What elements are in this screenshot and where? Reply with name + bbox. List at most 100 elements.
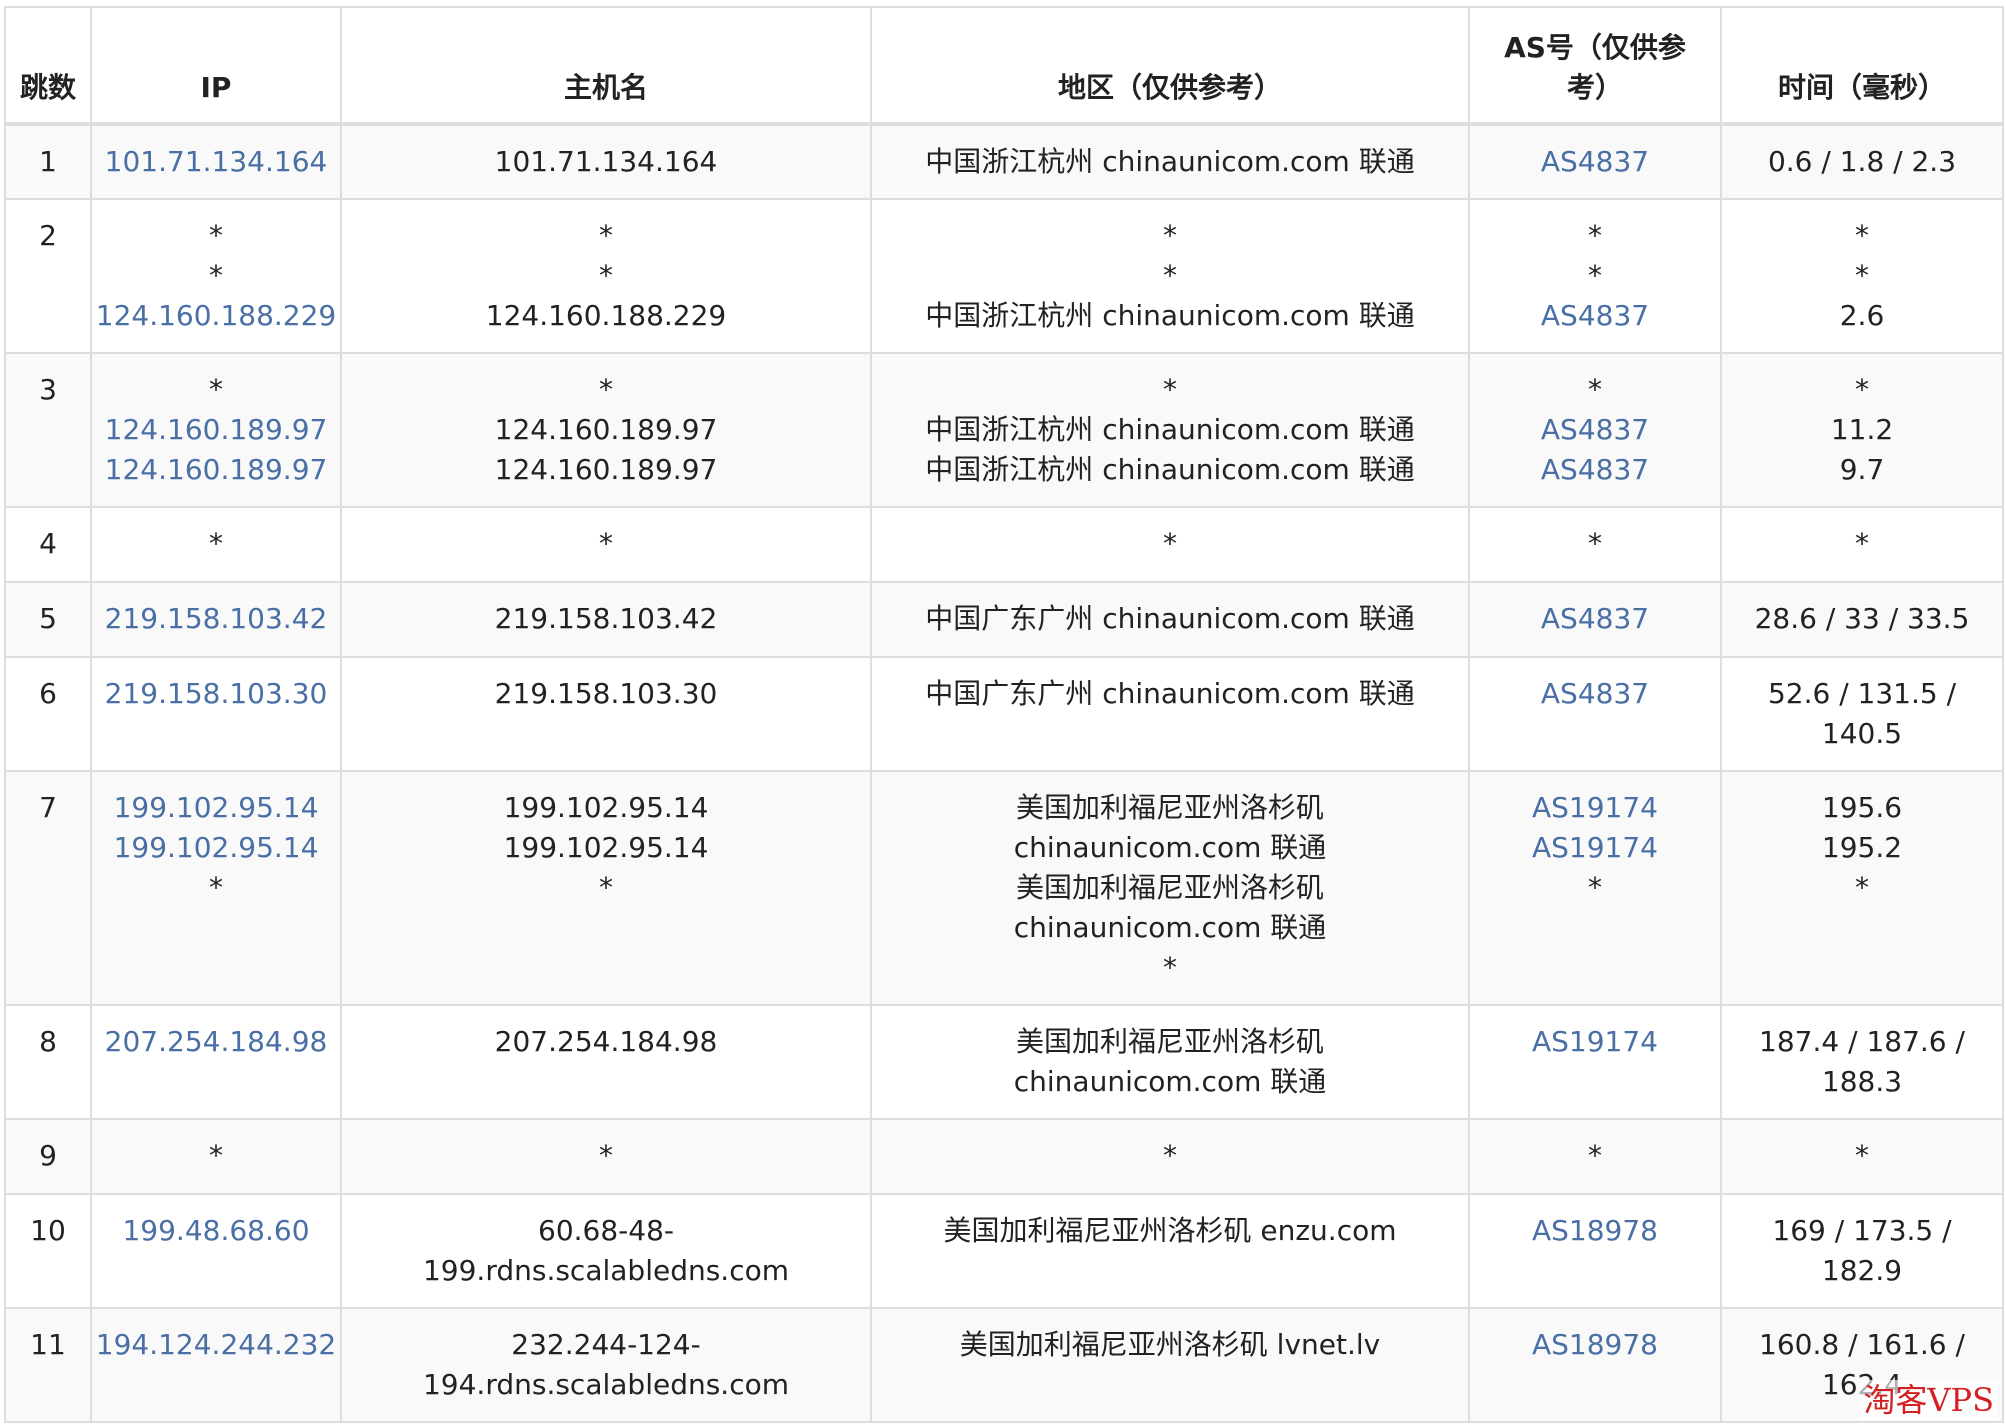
as-link[interactable]: AS19174 bbox=[1471, 828, 1719, 868]
hop-cell: 6 bbox=[4, 656, 92, 772]
hop-number: 6 bbox=[39, 677, 57, 710]
as-link[interactable]: AS18978 bbox=[1471, 1211, 1719, 1251]
table-row: 10 199.48.68.60 60.68-48-199.rdns.scalable… bbox=[4, 1193, 2004, 1309]
hostname-value: * bbox=[599, 219, 613, 252]
region-value: * bbox=[1163, 219, 1177, 252]
time-cell: * bbox=[1720, 506, 2004, 583]
time-cell: 52.6 / 131.5 / 140.5 bbox=[1720, 656, 2004, 772]
as-link[interactable]: AS19174 bbox=[1471, 788, 1719, 828]
hostname-cell: 207.254.184.98 bbox=[340, 1004, 872, 1120]
hop-number: 7 bbox=[39, 791, 57, 824]
ip-value: * bbox=[209, 871, 223, 904]
table-row: 9 * * * * * bbox=[4, 1118, 2004, 1195]
time-value: * bbox=[1855, 871, 1869, 904]
ip-value: * bbox=[209, 1139, 223, 1172]
time-cell: * 11.2 9.7 bbox=[1720, 352, 2004, 508]
as-link[interactable]: AS4837 bbox=[1471, 142, 1719, 182]
as-link[interactable]: AS4837 bbox=[1471, 296, 1719, 336]
as-link[interactable]: AS19174 bbox=[1471, 1022, 1719, 1062]
ip-link[interactable]: 207.254.184.98 bbox=[93, 1022, 339, 1062]
as-link[interactable]: AS4837 bbox=[1471, 410, 1719, 450]
ip-value: * bbox=[209, 527, 223, 560]
ip-link[interactable]: 124.160.189.97 bbox=[93, 450, 339, 490]
hostname-cell: 101.71.134.164 bbox=[340, 123, 872, 200]
region-value: * bbox=[1163, 951, 1177, 984]
time-value: * bbox=[1855, 259, 1869, 292]
hostname-value: 232.244-124-194.rdns.scalabledns.com bbox=[422, 1328, 790, 1401]
region-cell: 美国加利福尼亚州洛杉矶 chinaunicom.com 联通 美国加利福尼亚州洛杉… bbox=[870, 770, 1470, 1006]
as-cell: AS4837 bbox=[1468, 581, 1722, 658]
as-cell: AS18978 bbox=[1468, 1307, 1722, 1423]
ip-cell: 219.158.103.30 bbox=[90, 656, 342, 772]
as-cell: AS18978 bbox=[1468, 1193, 1722, 1309]
hostname-value: 60.68-48-199.rdns.scalabledns.com bbox=[422, 1214, 790, 1287]
time-value: * bbox=[1855, 219, 1869, 252]
hostname-cell: 60.68-48-199.rdns.scalabledns.com bbox=[340, 1193, 872, 1309]
hop-number: 9 bbox=[39, 1139, 57, 1172]
hostname-cell: 232.244-124-194.rdns.scalabledns.com bbox=[340, 1307, 872, 1423]
ip-link[interactable]: 194.124.244.232 bbox=[93, 1325, 339, 1365]
hostname-cell: * * 124.160.188.229 bbox=[340, 198, 872, 354]
region-cell: 美国加利福尼亚州洛杉矶 chinaunicom.com 联通 bbox=[870, 1004, 1470, 1120]
hostname-cell: 219.158.103.30 bbox=[340, 656, 872, 772]
ip-link[interactable]: 124.160.188.229 bbox=[93, 296, 339, 336]
region-value: * bbox=[1163, 527, 1177, 560]
as-cell: AS4837 bbox=[1468, 656, 1722, 772]
hostname-value: * bbox=[599, 259, 613, 292]
hop-number: 10 bbox=[30, 1214, 66, 1247]
hop-cell: 4 bbox=[4, 506, 92, 583]
hostname-cell: 219.158.103.42 bbox=[340, 581, 872, 658]
time-value: 0.6 / 1.8 / 2.3 bbox=[1767, 145, 1957, 178]
as-link[interactable]: AS4837 bbox=[1471, 599, 1719, 639]
time-value: 187.4 / 187.6 / 188.3 bbox=[1759, 1025, 1965, 1098]
hostname-value: 124.160.188.229 bbox=[485, 299, 727, 332]
ip-link[interactable]: 219.158.103.30 bbox=[93, 674, 339, 714]
hostname-value: 219.158.103.42 bbox=[494, 602, 718, 635]
hostname-cell: 199.102.95.14 199.102.95.14 * bbox=[340, 770, 872, 1006]
traceroute-table: 跳数 IP 主机名 地区（仅供参考） AS号（仅供参考） 时间（毫秒） 1 101… bbox=[4, 6, 2004, 1423]
as-link[interactable]: AS4837 bbox=[1471, 450, 1719, 490]
table-row: 2 * * 124.160.188.229 * * 124.160.188.229 * * 中国浙… bbox=[4, 198, 2004, 354]
hop-cell: 11 bbox=[4, 1307, 92, 1423]
as-value: * bbox=[1588, 373, 1602, 406]
as-value: * bbox=[1588, 259, 1602, 292]
as-cell: AS19174 bbox=[1468, 1004, 1722, 1120]
time-cell: 0.6 / 1.8 / 2.3 bbox=[1720, 123, 2004, 200]
time-cell: * bbox=[1720, 1118, 2004, 1195]
region-value: 中国广东广州 chinaunicom.com 联通 bbox=[925, 677, 1415, 710]
header-ip: IP bbox=[90, 6, 342, 126]
time-cell: 28.6 / 33 / 33.5 bbox=[1720, 581, 2004, 658]
ip-cell: 207.254.184.98 bbox=[90, 1004, 342, 1120]
hop-number: 2 bbox=[39, 219, 57, 252]
header-region: 地区（仅供参考） bbox=[870, 6, 1470, 126]
ip-link[interactable]: 199.102.95.14 bbox=[93, 788, 339, 828]
ip-cell: 199.48.68.60 bbox=[90, 1193, 342, 1309]
time-value: 195.2 bbox=[1821, 831, 1903, 864]
region-value: 美国加利福尼亚州洛杉矶 chinaunicom.com 联通 bbox=[1013, 1025, 1327, 1098]
region-value: 美国加利福尼亚州洛杉矶 enzu.com bbox=[943, 1214, 1397, 1247]
table-row: 3 * 124.160.189.97 124.160.189.97 * 124.160.1… bbox=[4, 352, 2004, 508]
ip-link[interactable]: 124.160.189.97 bbox=[93, 410, 339, 450]
table-row: 4 * * * * * bbox=[4, 506, 2004, 583]
hostname-value: 207.254.184.98 bbox=[494, 1025, 718, 1058]
region-cell: * 中国浙江杭州 chinaunicom.com 联通 中国浙江杭州 chinaun… bbox=[870, 352, 1470, 508]
time-value: 52.6 / 131.5 / 140.5 bbox=[1767, 677, 1957, 750]
region-value: * bbox=[1163, 1139, 1177, 1172]
hostname-value: * bbox=[599, 1139, 613, 1172]
as-link[interactable]: AS4837 bbox=[1471, 674, 1719, 714]
ip-link[interactable]: 199.48.68.60 bbox=[93, 1211, 339, 1251]
header-as: AS号（仅供参考） bbox=[1468, 6, 1722, 126]
ip-link[interactable]: 199.102.95.14 bbox=[93, 828, 339, 868]
header-time: 时间（毫秒） bbox=[1720, 6, 2004, 126]
hostname-value: * bbox=[599, 871, 613, 904]
hostname-value: * bbox=[599, 527, 613, 560]
as-link[interactable]: AS18978 bbox=[1471, 1325, 1719, 1365]
hostname-cell: * bbox=[340, 1118, 872, 1195]
ip-value: * bbox=[209, 219, 223, 252]
hop-number: 3 bbox=[39, 373, 57, 406]
region-value: * bbox=[1163, 373, 1177, 406]
ip-link[interactable]: 219.158.103.42 bbox=[93, 599, 339, 639]
ip-link[interactable]: 101.71.134.164 bbox=[93, 142, 339, 182]
hop-number: 4 bbox=[39, 527, 57, 560]
hostname-cell: * 124.160.189.97 124.160.189.97 bbox=[340, 352, 872, 508]
